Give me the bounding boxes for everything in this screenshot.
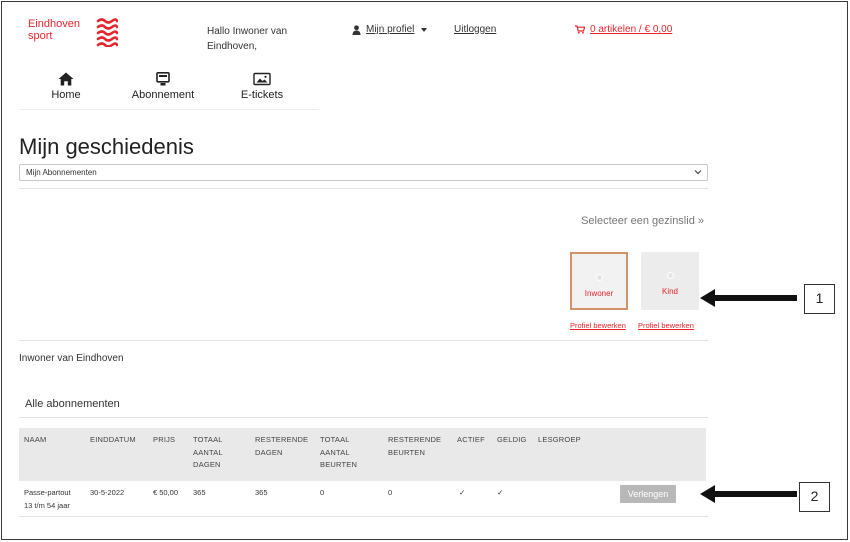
cart-link[interactable]: 0 artikelen / € 0,00 [575, 24, 672, 35]
logout-link[interactable]: Uitloggen [454, 24, 496, 35]
callout-1: 1 [804, 284, 835, 314]
edit-profile-link-kind[interactable]: Profiel bewerken [638, 321, 694, 330]
member-name: Inwoner [584, 289, 614, 298]
profile-menu[interactable]: Mijn profiel [352, 24, 428, 35]
greeting-line2: Eindhoven, [207, 41, 258, 52]
cart-icon [575, 25, 585, 34]
member-card-inwoner[interactable]: Inwoner [570, 252, 628, 310]
col-header-resterende-beurten: RESTERENDE BEURTEN [388, 435, 442, 457]
page-title: Mijn geschiedenis [19, 134, 194, 159]
divider [19, 417, 708, 418]
logo-text-line1: Eindhoven [28, 18, 80, 30]
member-card-kind[interactable]: Kind [641, 252, 699, 310]
history-type-select[interactable]: Mijn Abonnementen [19, 164, 708, 181]
select-value: Mijn Abonnementen [26, 168, 97, 177]
profile-label: Mijn profiel [366, 24, 415, 35]
nav-etickets[interactable]: E-tickets [236, 72, 288, 101]
renew-button[interactable]: Verlengen [620, 485, 676, 503]
edit-profile-link-inwoner[interactable]: Profiel bewerken [570, 321, 626, 330]
avatar-placeholder-icon [595, 274, 603, 281]
col-header-einddatum: EINDDATUM [90, 435, 136, 444]
cell-price: € 50,00 [153, 488, 179, 497]
divider [19, 188, 708, 189]
table-bottom-divider [19, 516, 708, 517]
col-header-totaal-beurten: TOTAAL AANTAL BEURTEN [320, 435, 358, 469]
cell-remaining-visits: 0 [388, 488, 393, 497]
caret-down-icon [421, 27, 428, 32]
col-header-naam: NAAM [24, 435, 47, 444]
section-title: Alle abonnementen [25, 398, 120, 410]
cell-active-check-icon: ✓ [459, 488, 466, 497]
callout-arrow-2-icon [700, 485, 797, 503]
col-header-totaal-dagen: TOTAAL AANTAL DAGEN [193, 435, 223, 469]
nav-home[interactable]: Home [47, 72, 85, 101]
nav-divider [19, 109, 319, 110]
callout-2: 2 [799, 482, 830, 512]
cell-valid-check-icon: ✓ [497, 488, 504, 497]
cell-total-visits: 0 [320, 488, 325, 497]
nav-etickets-label: E-tickets [240, 89, 284, 101]
cell-end-date: 30-5-2022 [90, 488, 125, 497]
nav-abonnement[interactable]: Abonnement [127, 72, 199, 101]
col-header-actief: ACTIEF [457, 435, 485, 444]
logo-text-line2: sport [28, 30, 53, 42]
cell-name: Passe-partout 13 t/m 54 jaar [24, 488, 71, 510]
greeting-line1: Hallo Inwoner van [207, 26, 288, 37]
user-icon [352, 24, 361, 35]
cart-label: 0 artikelen / € 0,00 [590, 24, 673, 35]
monitor-icon [156, 72, 170, 86]
chevron-down-icon [694, 170, 702, 175]
nav-home-label: Home [51, 89, 81, 101]
col-header-lesgroep: LESGROEP [538, 435, 581, 444]
col-header-resterende-dagen: RESTERENDE DAGEN [255, 435, 309, 457]
callout-arrow-1-icon [700, 289, 797, 307]
cell-remaining-days: 365 [255, 488, 268, 497]
nav-abonnement-label: Abonnement [131, 89, 195, 101]
divider [19, 340, 708, 341]
member-full-name: Inwoner van Eindhoven [19, 353, 124, 364]
greeting-text: Hallo Inwoner van Eindhoven, [207, 24, 317, 54]
col-header-prijs: PRIJS [153, 435, 176, 444]
select-family-member-link[interactable]: Selecteer een gezinslid » [581, 215, 704, 227]
image-icon [253, 72, 271, 86]
logo-wave-icon [96, 18, 118, 47]
col-header-geldig: GELDIG [497, 435, 527, 444]
eindhoven-sport-logo[interactable]: Eindhoven sport [28, 18, 80, 42]
cell-total-days: 365 [193, 488, 206, 497]
member-name: Kind [661, 287, 678, 296]
avatar-placeholder-icon [666, 272, 674, 279]
home-icon [58, 72, 74, 86]
